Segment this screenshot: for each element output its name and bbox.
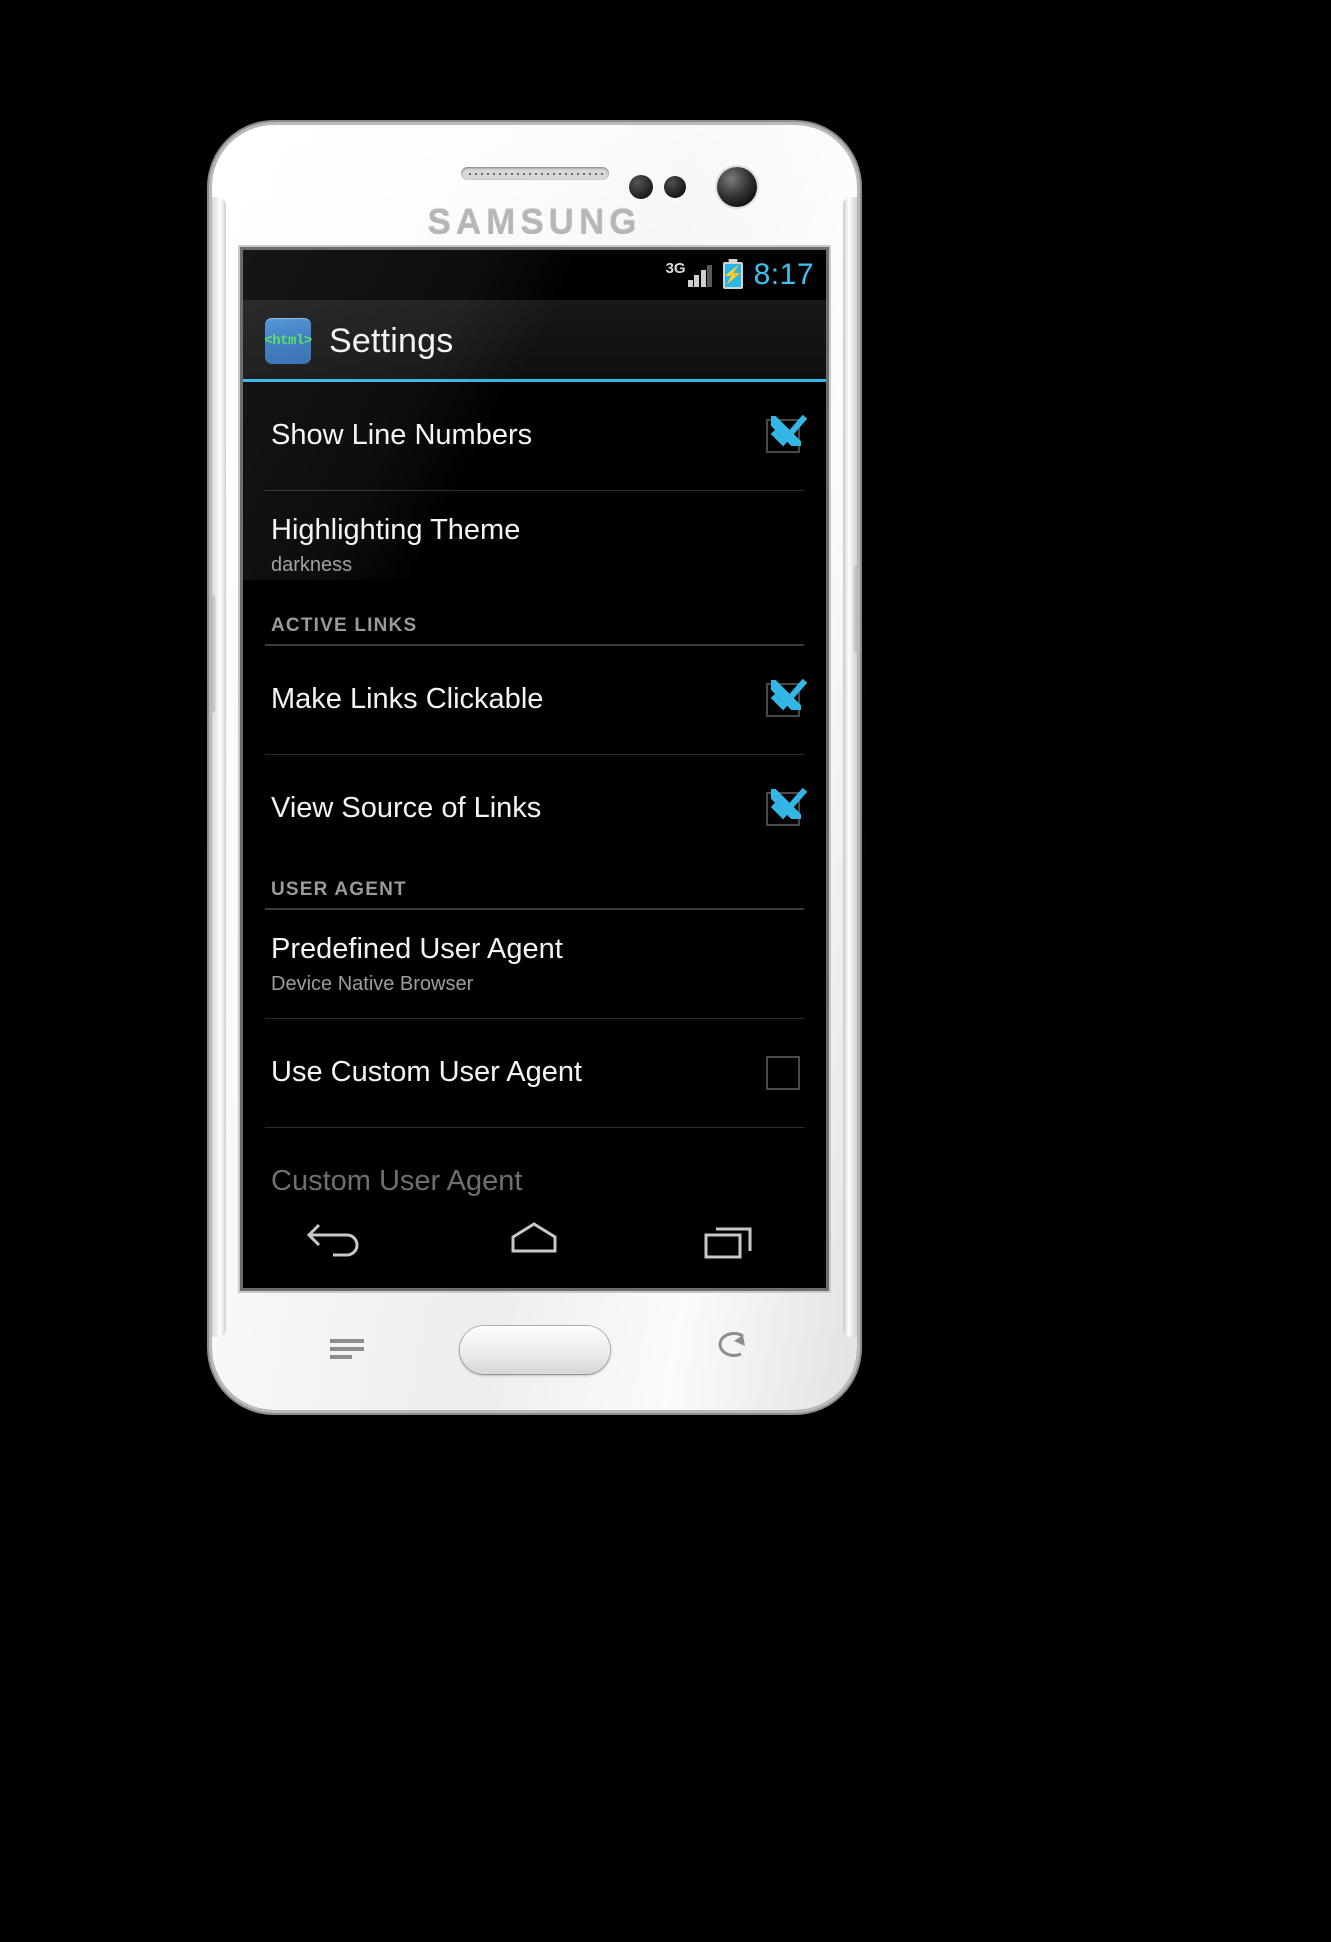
- recent-apps-nav-icon: [694, 1217, 764, 1268]
- action-bar[interactable]: <html> Settings: [243, 300, 826, 382]
- settings-row-predefined-user-agent[interactable]: Predefined User Agent Device Native Brow…: [243, 910, 826, 1018]
- checkbox-make-links-clickable[interactable]: [766, 678, 808, 717]
- battery-charging-icon: ⚡: [722, 261, 744, 289]
- menu-key[interactable]: [328, 1334, 364, 1359]
- checkbox-show-line-numbers[interactable]: [766, 414, 808, 453]
- row-title: Custom User Agent: [271, 1165, 523, 1198]
- checkbox-view-source-of-links[interactable]: [766, 787, 808, 826]
- row-title: Show Line Numbers: [271, 419, 533, 452]
- light-sensor: [664, 176, 686, 198]
- back-nav-button[interactable]: [280, 1212, 400, 1272]
- checkmark-icon: [766, 411, 810, 455]
- row-title: Highlighting Theme: [271, 513, 521, 546]
- right-bezel-edge: [843, 197, 857, 1337]
- back-nav-icon: [305, 1217, 375, 1268]
- recent-apps-nav-button[interactable]: [669, 1212, 789, 1272]
- home-nav-button[interactable]: [474, 1212, 594, 1272]
- settings-list: Show Line Numbers Highlighting Theme dar…: [243, 382, 826, 1236]
- html-app-icon-label: <html>: [264, 333, 312, 349]
- html-app-icon[interactable]: <html>: [264, 318, 312, 364]
- power-button[interactable]: [853, 565, 857, 653]
- checkmark-icon: [766, 784, 810, 828]
- row-title: Make Links Clickable: [271, 683, 544, 716]
- front-camera: [717, 167, 757, 207]
- volume-rocker[interactable]: [212, 595, 216, 713]
- settings-row-show-line-numbers[interactable]: Show Line Numbers: [243, 382, 826, 490]
- row-title: Predefined User Agent: [271, 932, 563, 965]
- checkbox-use-custom-user-agent[interactable]: [766, 1056, 800, 1090]
- network-type-label: 3G: [665, 259, 686, 277]
- row-title: View Source of Links: [271, 792, 542, 825]
- settings-row-make-links-clickable[interactable]: Make Links Clickable: [243, 646, 826, 754]
- row-title: Use Custom User Agent: [271, 1056, 583, 1089]
- signal-bars-icon: [687, 263, 714, 287]
- home-button[interactable]: [459, 1326, 610, 1374]
- status-bar: 3G ⚡ 8:17: [243, 250, 826, 300]
- section-header-user-agent: USER AGENT: [271, 879, 407, 900]
- screenshot-stage: SAMSUNG 3G ⚡ 8:17 <html> Settings Show L…: [0, 0, 1331, 1942]
- proximity-sensor: [629, 175, 653, 199]
- checkmark-icon: [766, 675, 810, 719]
- settings-row-view-source-of-links[interactable]: View Source of Links: [243, 755, 826, 863]
- section-header-active-links: ACTIVE LINKS: [271, 615, 418, 636]
- page-title: Settings: [329, 321, 454, 360]
- phone-screen: 3G ⚡ 8:17 <html> Settings Show Line Numb…: [243, 250, 826, 1288]
- android-navigation-bar: [243, 1196, 826, 1288]
- charging-bolt-glyph: ⚡: [722, 265, 744, 285]
- earpiece-speaker: [460, 167, 609, 180]
- home-nav-icon: [499, 1217, 569, 1268]
- back-key[interactable]: [709, 1332, 745, 1360]
- settings-row-use-custom-user-agent[interactable]: Use Custom User Agent: [243, 1019, 826, 1127]
- status-bar-clock: 8:17: [753, 258, 814, 291]
- samsung-brand-logo: SAMSUNG: [427, 203, 642, 242]
- row-subtitle: darkness: [271, 554, 353, 577]
- row-subtitle: Device Native Browser: [271, 973, 474, 996]
- settings-row-highlighting-theme[interactable]: Highlighting Theme darkness: [243, 491, 826, 599]
- left-bezel-edge: [212, 197, 226, 1337]
- samsung-galaxy-phone: SAMSUNG 3G ⚡ 8:17 <html> Settings Show L…: [212, 125, 857, 1410]
